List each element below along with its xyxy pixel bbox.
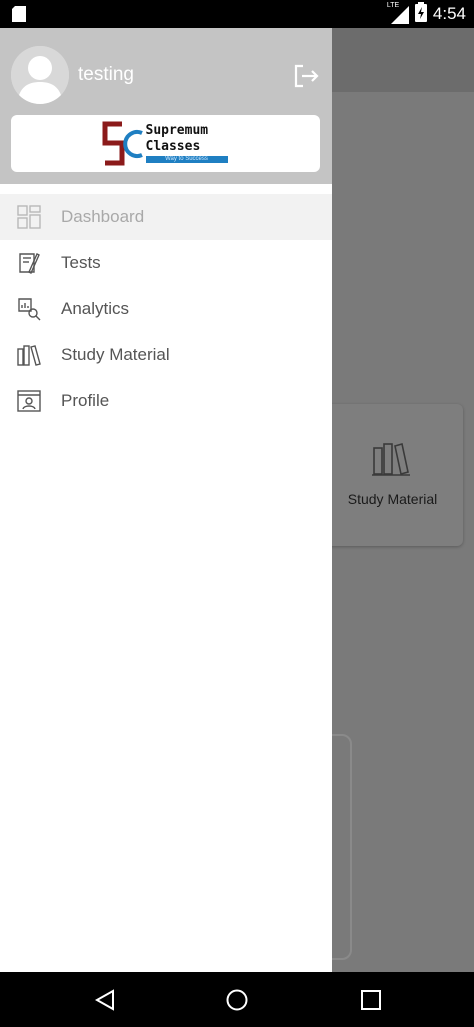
study-material-card-label: Study Material bbox=[347, 491, 438, 507]
home-circle-icon bbox=[226, 989, 248, 1011]
dashboard-icon bbox=[17, 205, 41, 229]
analytics-icon bbox=[17, 297, 41, 321]
tests-icon bbox=[17, 251, 41, 275]
signal-icon: LTE bbox=[386, 2, 409, 24]
logo-mark-icon bbox=[102, 121, 143, 165]
menu-item-study-material[interactable]: Study Material bbox=[0, 332, 332, 378]
home-button[interactable] bbox=[225, 988, 249, 1012]
logout-icon bbox=[294, 64, 319, 88]
status-bar: LTE 4:54 bbox=[0, 0, 474, 28]
books-icon bbox=[372, 440, 410, 481]
menu-item-analytics[interactable]: Analytics bbox=[0, 286, 332, 332]
menu-item-label: Tests bbox=[61, 253, 101, 272]
back-button[interactable] bbox=[93, 988, 117, 1012]
network-label: LTE bbox=[386, 2, 400, 9]
recents-square-icon bbox=[361, 990, 381, 1010]
drawer-menu: Dashboard Tests Analytics Study Material… bbox=[0, 194, 332, 424]
menu-item-label: Analytics bbox=[61, 299, 130, 318]
brand-logo: Supremum Classes Way to Success bbox=[102, 121, 230, 167]
menu-item-profile[interactable]: Profile bbox=[0, 378, 332, 424]
profile-icon bbox=[17, 389, 41, 413]
navigation-drawer: testing Supremum Classes Way to Success bbox=[0, 28, 332, 972]
drawer-header: testing Supremum Classes Way to Success bbox=[0, 28, 332, 184]
menu-item-dashboard[interactable]: Dashboard bbox=[0, 194, 332, 240]
status-time: 4:54 bbox=[432, 4, 466, 23]
battery-icon bbox=[414, 1, 427, 27]
logout-button[interactable] bbox=[292, 62, 320, 90]
recents-button[interactable] bbox=[359, 988, 383, 1012]
logo-line-1: Supremum bbox=[145, 122, 209, 138]
back-triangle-icon bbox=[94, 989, 114, 1011]
brand-logo-card: Supremum Classes Way to Success bbox=[11, 115, 320, 172]
system-navigation-bar bbox=[0, 972, 474, 1027]
books-icon bbox=[17, 343, 41, 367]
avatar[interactable] bbox=[11, 46, 69, 104]
menu-item-label: Profile bbox=[61, 391, 110, 410]
study-material-card[interactable]: Study Material bbox=[322, 404, 463, 546]
menu-item-label: Study Material bbox=[61, 345, 170, 364]
menu-item-tests[interactable]: Tests bbox=[0, 240, 332, 286]
menu-item-label: Dashboard bbox=[61, 207, 145, 226]
logo-tagline: Way to Success bbox=[145, 155, 228, 163]
user-avatar-icon bbox=[11, 46, 69, 104]
logo-line-2: Classes bbox=[145, 138, 201, 154]
username: testing bbox=[78, 64, 134, 85]
sd-card-icon bbox=[12, 6, 26, 27]
